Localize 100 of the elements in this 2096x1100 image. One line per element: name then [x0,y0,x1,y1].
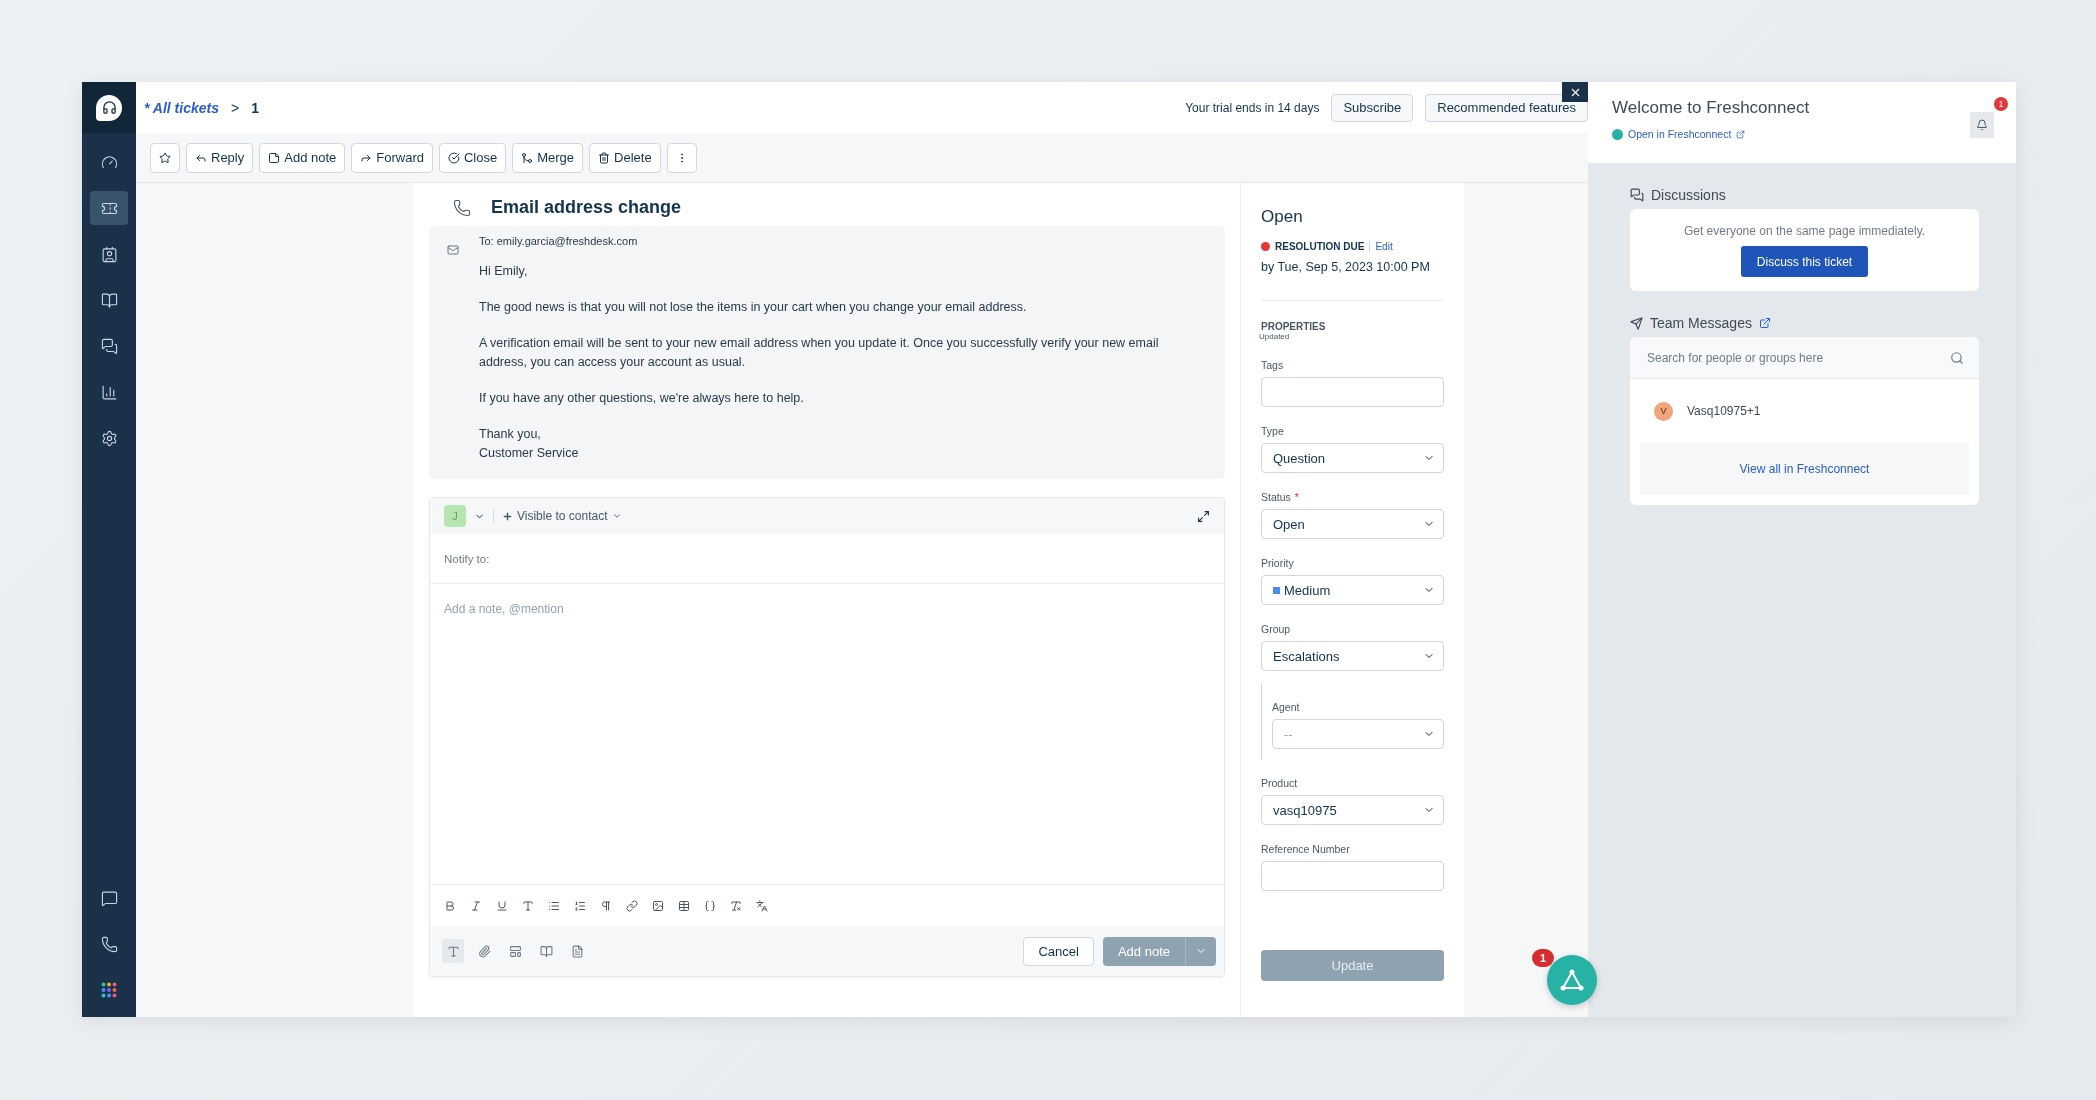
open-freshconnect-link[interactable]: Open in Freshconnect [1612,128,1746,140]
translate-icon[interactable] [756,899,768,912]
external-link-icon[interactable] [1758,317,1771,329]
panel-title: Welcome to Freshconnect [1612,98,1811,118]
nav-item[interactable] [90,191,128,225]
due-dot [1261,242,1270,251]
image-icon[interactable] [652,899,664,912]
search-field[interactable]: Search for people or groups here [1645,349,1950,366]
properties-heading: PROPERTIES [1261,321,1327,332]
email-paragraph: The good news is that you will not lose the items in your cart when you change your email address. [479,299,1028,316]
search-icon[interactable] [1950,350,1964,365]
text-style-icon [446,944,460,958]
freshconnect-dot-icon [1612,128,1623,140]
field-label: Reference Number [1261,843,1351,855]
mail-icon [447,244,459,256]
ticket-title: Email address change [491,197,682,218]
subscribe-button[interactable]: Subscribe [1331,93,1414,122]
external-link-icon [1736,129,1746,139]
braces-icon[interactable] [704,899,716,912]
field-label: Group [1261,623,1292,635]
edit-link[interactable]: Edit [1369,241,1393,252]
paperclip-icon[interactable] [477,944,491,958]
trial-notice: Your trial ends in 14 days [1185,100,1320,115]
discussions-icon [1630,188,1644,202]
template-icon[interactable] [508,944,522,958]
send-icon [1630,316,1643,330]
contact-avatar: V [1654,401,1673,421]
settings-icon [100,429,118,447]
chevron-down-icon [611,511,622,521]
email-paragraph: If you have any other questions, we're always here to help. [479,390,805,407]
field-label: Type [1261,425,1285,437]
note-field[interactable]: Add a note, @mention [430,584,1224,884]
bold-icon[interactable] [444,899,456,912]
ticket-status: Open [1261,207,1304,227]
select-field[interactable]: vasq10975 [1261,795,1444,825]
email-paragraph: Thank you, Customer Service [479,426,580,462]
select-field[interactable]: Escalations [1261,641,1444,671]
resolution-label: RESOLUTION DUE [1275,241,1365,252]
merge-icon [521,151,534,164]
freshconnect-button[interactable] [1547,955,1597,1005]
text-style-button[interactable] [442,939,464,963]
ticket-number: 1 [251,99,259,116]
phone-icon [453,198,471,217]
field-label: Tags [1261,359,1285,371]
email-paragraph: A verification email will be sent to your new email address when you update it. Once you successfully verify your new email address, you can access your account as usual. [479,335,1160,371]
forward-button[interactable]: Forward [351,142,433,173]
star-button[interactable] [150,142,180,173]
delete-button[interactable]: Delete [589,142,661,173]
merge-button[interactable]: Merge [512,142,584,173]
expand-icon[interactable] [1197,509,1210,523]
bell-button[interactable] [1970,112,1994,138]
network-icon [1560,969,1584,991]
table-icon[interactable] [678,899,690,912]
close-button[interactable]: Close [439,142,507,173]
numbered-list-icon[interactable] [574,899,586,912]
contact-name[interactable]: Vasq10975+1 [1687,404,1761,418]
text-field[interactable] [1261,377,1444,407]
discuss-button[interactable]: Discuss this ticket [1740,246,1869,277]
bullet-list-icon[interactable] [548,899,560,912]
section-title: Discussions [1651,187,1726,203]
breadcrumb-separator: > [230,99,240,116]
trash-icon [598,151,611,164]
italic-icon[interactable] [470,899,482,912]
breadcrumb-link[interactable]: * All tickets [144,99,219,116]
notification-badge: 1 [1994,97,2008,111]
select-field[interactable]: Open [1261,509,1444,539]
note-icon [268,151,281,164]
clear-format-icon[interactable] [730,899,742,912]
link-icon[interactable] [626,899,638,912]
notification-badge: 1 [1532,949,1554,967]
field-label: Priority [1261,557,1295,569]
select-field[interactable]: Medium [1261,575,1444,605]
reply-button[interactable]: Reply [186,142,254,173]
logo[interactable] [96,94,122,121]
bell-icon [1976,117,1988,133]
plus-icon [502,510,513,522]
headset-icon [101,100,117,115]
select-field[interactable]: Question [1261,443,1444,473]
discussions-text: Get everyone on the same page immediately. [1683,224,1926,238]
due-date: by Tue, Sep 5, 2023 10:00 PM [1261,260,1444,301]
gauge-icon [100,153,118,171]
note-button[interactable]: Add note [259,142,346,173]
close-button[interactable] [1562,82,1588,102]
features-button[interactable]: Recommended features [1425,93,1588,122]
cancel-button[interactable]: Cancel [1023,936,1094,966]
visibility-dropdown[interactable]: Visible to contact [493,509,622,523]
apps-grid-icon [101,982,117,998]
text-field[interactable] [1261,861,1444,891]
underline-icon[interactable] [496,899,508,912]
view-all-link[interactable]: View all in Freshconnect [1640,443,1969,495]
chat-bubbles-icon [100,337,118,355]
document-icon[interactable] [570,944,584,958]
required-mark: * [1294,491,1299,503]
recipient: To: emily.garcia@freshdesk.com [479,234,639,249]
book-icon[interactable] [539,944,553,958]
book-icon [100,291,118,309]
updated-label: Updated [1259,332,1291,341]
paragraph-icon[interactable] [600,899,612,912]
search-box[interactable]: Search for people or groups here [1630,337,1979,379]
font-size-icon[interactable] [522,899,534,912]
